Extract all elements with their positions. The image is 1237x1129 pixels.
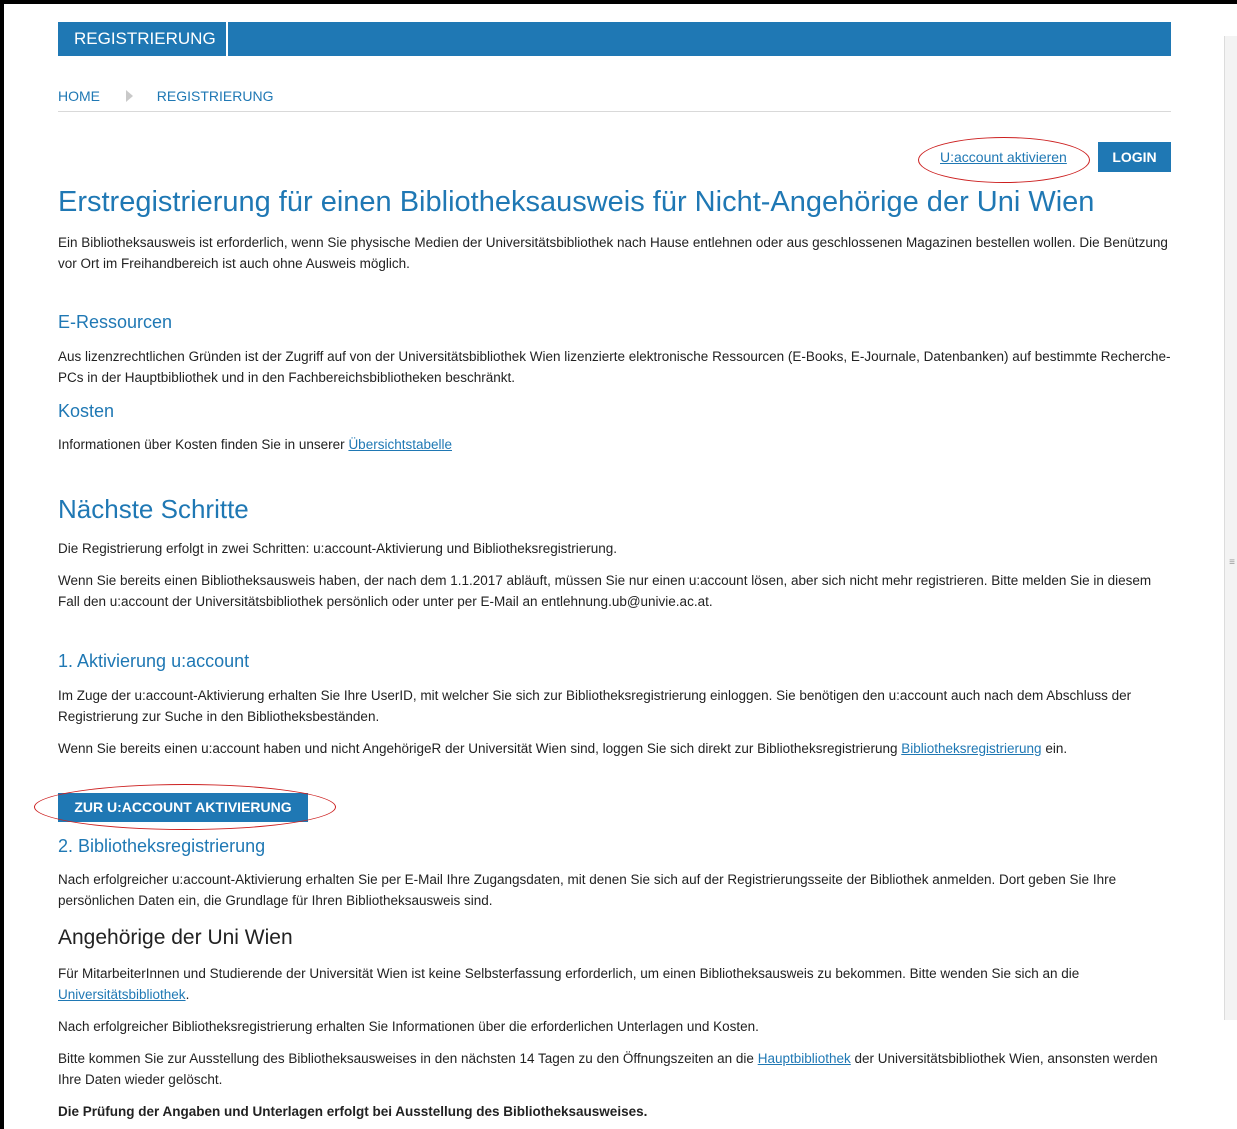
step1-text-1: Im Zuge der u:account-Aktivierung erhalt… xyxy=(58,688,1132,724)
step1-text-2-after: ein. xyxy=(1041,741,1068,756)
login-button[interactable]: LOGIN xyxy=(1098,142,1171,172)
window-border-top xyxy=(0,0,1237,4)
eresources-text: Aus lizenzrechtlichen Gründen ist der Zu… xyxy=(58,349,1171,385)
step2-heading: 2. Bibliotheksregistrierung xyxy=(58,836,266,856)
members-text-4-bold: Die Prüfung der Angaben und Unterlagen e… xyxy=(58,1104,648,1119)
university-library-link[interactable]: Universitätsbibliothek xyxy=(58,987,186,1002)
step2-text: Nach erfolgreicher u:account-Aktivierung… xyxy=(58,872,1117,908)
members-text-1-after: . xyxy=(185,987,190,1002)
breadcrumb-current[interactable]: REGISTRIERUNG xyxy=(157,88,274,104)
costs-table-link[interactable]: Übersichtstabelle xyxy=(348,437,452,452)
step1-heading: 1. Aktivierung u:account xyxy=(58,651,250,671)
nav-tab-registrierung[interactable]: REGISTRIERUNG xyxy=(58,22,228,56)
next-steps-text-1: Die Registrierung erfolgt in zwei Schrit… xyxy=(58,541,618,556)
window-border-left xyxy=(0,0,4,1129)
costs-text: Informationen über Kosten finden Sie in … xyxy=(58,434,1176,455)
scroll-grip-icon: ≡ xyxy=(1229,557,1235,568)
step1-text-2: Wenn Sie bereits einen u:account haben u… xyxy=(58,738,1176,759)
main-library-link[interactable]: Hauptbibliothek xyxy=(758,1051,851,1066)
members-text-4: Die Prüfung der Angaben und Unterlagen e… xyxy=(58,1101,1176,1122)
page-title: Erstregistrierung für einen Bibliotheksa… xyxy=(58,186,1095,218)
breadcrumb: HOME REGISTRIERUNG xyxy=(58,88,273,104)
library-registration-link[interactable]: Bibliotheksregistrierung xyxy=(901,741,1041,756)
top-navigation-bar: REGISTRIERUNG xyxy=(58,22,1171,56)
next-steps-heading: Nächste Schritte xyxy=(58,494,249,524)
members-text-1: Für MitarbeiterInnen und Studierende der… xyxy=(58,963,1176,1005)
breadcrumb-arrow-icon xyxy=(125,90,133,102)
members-text-3-before: Bitte kommen Sie zur Ausstellung des Bib… xyxy=(58,1051,758,1066)
members-text-3: Bitte kommen Sie zur Ausstellung des Bib… xyxy=(58,1048,1176,1090)
members-heading: Angehörige der Uni Wien xyxy=(58,926,293,949)
eresources-heading: E-Ressourcen xyxy=(58,312,173,332)
annotation-circle-activation-button xyxy=(34,784,336,830)
breadcrumb-home[interactable]: HOME xyxy=(58,88,100,104)
next-steps-text-2: Wenn Sie bereits einen Bibliotheksauswei… xyxy=(58,573,1152,609)
breadcrumb-divider xyxy=(58,111,1171,112)
intro-text: Ein Bibliotheksausweis ist erforderlich,… xyxy=(58,235,1168,271)
costs-text-before: Informationen über Kosten finden Sie in … xyxy=(58,437,349,452)
annotation-circle-activate-link xyxy=(918,137,1090,183)
step1-text-2-before: Wenn Sie bereits einen u:account haben u… xyxy=(58,741,902,756)
members-text-2: Nach erfolgreicher Bibliotheksregistrier… xyxy=(58,1019,759,1034)
members-text-1-before: Für MitarbeiterInnen und Studierende der… xyxy=(58,966,1080,981)
costs-heading: Kosten xyxy=(58,401,115,421)
vertical-scrollbar[interactable]: ≡ xyxy=(1224,36,1237,1020)
